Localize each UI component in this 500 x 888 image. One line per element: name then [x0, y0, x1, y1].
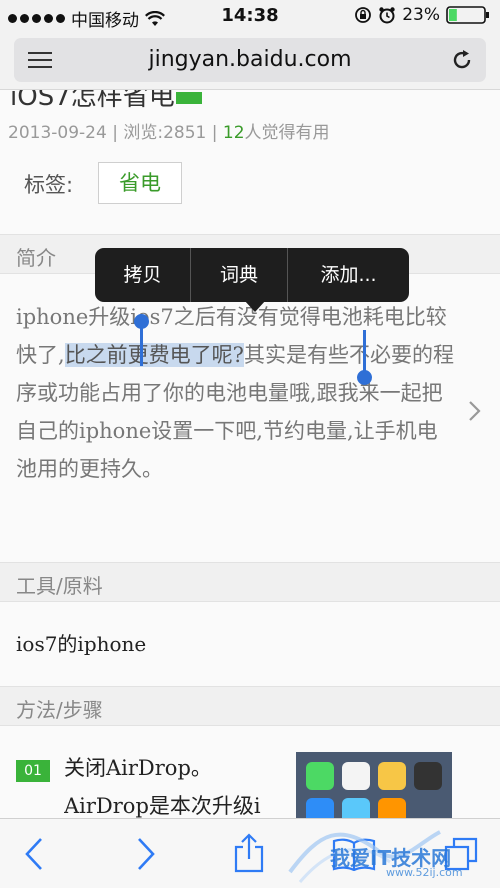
alarm-clock-icon	[379, 7, 395, 24]
dictionary-menu-item[interactable]: 词典	[191, 248, 288, 302]
tag-chip[interactable]: 省电	[98, 162, 182, 204]
browser-header: jingyan.baidu.com	[0, 32, 500, 90]
step-title: 关闭AirDrop。	[64, 756, 212, 780]
text-selection-menu: 拷贝 词典 添加...	[95, 248, 409, 302]
status-bar: 中国移动 14:38 23%	[0, 0, 500, 32]
intro-text: iphone升级ios7之后有没有觉得电池耗电比较快了,比之前更费电了呢?其实是…	[16, 298, 456, 488]
messages-app-icon	[306, 762, 334, 790]
share-icon[interactable]	[232, 833, 266, 873]
article-date: 2013-09-24	[8, 123, 107, 143]
address-bar[interactable]: jingyan.baidu.com	[14, 38, 486, 82]
back-arrow-icon[interactable]	[24, 837, 44, 871]
tools-section-header: 工具/原料	[0, 562, 500, 602]
article-views: 浏览:2851	[123, 123, 207, 143]
add-menu-item[interactable]: 添加...	[288, 248, 409, 302]
step-description: AirDrop是本次升级i	[64, 794, 261, 818]
url-text[interactable]: jingyan.baidu.com	[14, 47, 486, 72]
steps-header-label: 方法/步骤	[16, 698, 103, 722]
forward-arrow-icon[interactable]	[136, 837, 156, 871]
tools-header-label: 工具/原料	[16, 574, 103, 598]
battery-percent: 23%	[402, 5, 440, 25]
helpful-count: 12	[222, 123, 245, 143]
chevron-right-icon[interactable]	[468, 400, 482, 422]
intro-header-label: 简介	[16, 246, 56, 270]
status-right: 23%	[354, 5, 490, 25]
article-title-clipped: iOS7怎样省电	[0, 90, 500, 108]
article-meta: 2013-09-24 | 浏览:2851 | 12人觉得有用	[8, 123, 330, 143]
tag-label: 标签:	[24, 173, 74, 197]
steps-section-header: 方法/步骤	[0, 686, 500, 726]
step-screenshot-thumbnail[interactable]	[296, 752, 452, 818]
popup-arrow	[244, 300, 266, 312]
watermark-url: www.52ij.com	[386, 866, 463, 879]
tools-text: ios7的iphone	[16, 632, 147, 656]
photos-app-icon	[378, 762, 406, 790]
selected-text[interactable]: 比之前更费电了呢?	[64, 343, 244, 367]
calendar-app-icon	[342, 762, 370, 790]
helpful-suffix: 人觉得有用	[244, 123, 330, 143]
reload-icon[interactable]	[450, 48, 474, 72]
article-title: iOS7怎样省电	[10, 90, 175, 108]
camera-app-icon	[414, 762, 442, 790]
battery-icon	[446, 6, 489, 24]
orientation-lock-icon	[355, 7, 372, 23]
title-badge	[176, 92, 202, 104]
copy-menu-item[interactable]: 拷贝	[95, 248, 191, 302]
step-number-badge: 01	[16, 760, 50, 782]
